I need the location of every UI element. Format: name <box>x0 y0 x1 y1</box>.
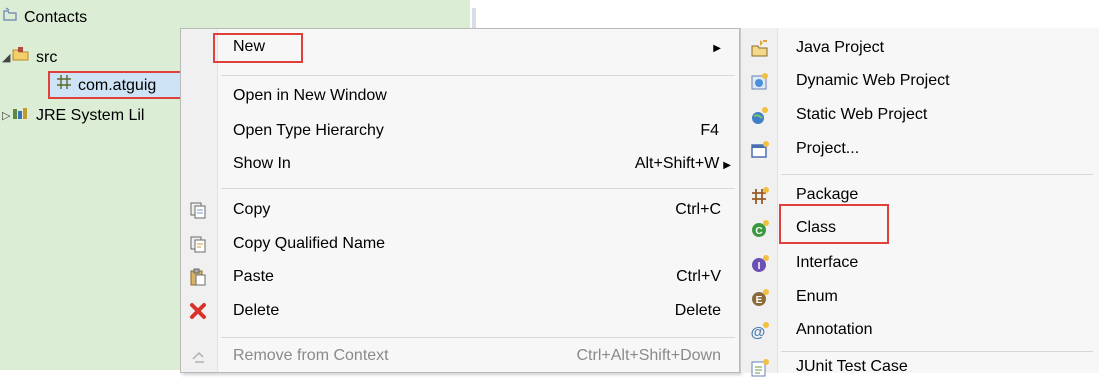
tree-item-label: Contacts <box>24 9 88 26</box>
library-icon <box>12 104 30 128</box>
menu-item-copy[interactable]: Copy Ctrl+C <box>181 194 739 227</box>
submenu-item-label: Project... <box>796 140 860 157</box>
context-menu: New ▶ Open in New Window Open Type Hiera… <box>180 28 740 373</box>
menu-item-open-type-hierarchy[interactable]: Open Type Hierarchy F4 <box>181 115 739 148</box>
copy-qualified-name-icon <box>189 235 207 253</box>
junit-icon <box>750 358 770 378</box>
expanded-twisty-icon[interactable]: ◢ <box>2 46 12 70</box>
menu-item-label: Paste <box>233 268 274 285</box>
tree-item-label: src <box>36 49 58 66</box>
menu-item-shortcut: Ctrl+C <box>675 201 721 218</box>
svg-text:I: I <box>758 261 761 272</box>
menu-item-paste[interactable]: Paste Ctrl+V <box>181 261 739 294</box>
paste-icon <box>189 268 207 286</box>
menu-separator <box>221 75 735 76</box>
submenu-item-label: Package <box>796 186 859 203</box>
class-highlight-box <box>779 204 889 244</box>
enum-icon: E <box>750 288 770 308</box>
static-web-project-icon <box>750 106 770 126</box>
menu-item-remove-from-context: Remove from Context Ctrl+Alt+Shift+Down <box>181 340 739 373</box>
submenu-arrow-icon: ▶ <box>723 160 731 171</box>
svg-text:@: @ <box>751 324 766 341</box>
submenu-item-interface[interactable]: I Interface <box>741 248 1099 281</box>
interface-icon: I <box>750 254 770 274</box>
source-folder-icon <box>12 46 30 70</box>
menu-separator <box>221 337 735 338</box>
menu-item-shortcut: Alt+Shift+W <box>634 155 720 172</box>
submenu-item-dynamic-web-project[interactable]: Dynamic Web Project <box>741 66 1099 99</box>
annotation-icon: @ <box>750 321 770 341</box>
menu-item-open-new-window[interactable]: Open in New Window <box>181 80 739 113</box>
remove-from-context-icon <box>189 347 207 365</box>
menu-item-shortcut: Ctrl+Alt+Shift+Down <box>576 347 721 364</box>
view-divider <box>472 8 476 28</box>
package-icon <box>56 74 72 98</box>
delete-icon <box>189 302 207 320</box>
submenu-item-label: Dynamic Web Project <box>796 72 950 89</box>
submenu-item-junit-test-case[interactable]: JUnit Test Case <box>741 352 1099 385</box>
menu-separator <box>781 174 1093 175</box>
submenu-item-label: Enum <box>796 288 838 305</box>
menu-item-copy-qualified-name[interactable]: Copy Qualified Name <box>181 228 739 261</box>
submenu-item-java-project[interactable]: Java Project <box>741 33 1099 66</box>
submenu-item-project[interactable]: Project... <box>741 134 1099 167</box>
submenu-arrow-icon: ▶ <box>713 43 721 54</box>
svg-text:C: C <box>755 226 762 237</box>
tree-item-label: JRE System Lil <box>36 107 145 124</box>
svg-text:E: E <box>756 295 763 306</box>
submenu-item-label: Interface <box>796 254 859 271</box>
menu-item-label: Remove from Context <box>233 347 389 364</box>
menu-item-label: Show In <box>233 155 291 172</box>
tree-item-jre[interactable]: ▷ JRE System Lil <box>2 104 144 128</box>
tree-item-package-selected[interactable]: com.atguig <box>48 71 196 99</box>
java-project-icon <box>750 39 770 59</box>
menu-item-shortcut: Delete <box>674 302 721 319</box>
package-icon <box>750 186 770 206</box>
java-project-icon <box>2 6 18 30</box>
new-submenu: Java Project Dynamic Web Project Static … <box>740 28 1099 377</box>
copy-icon <box>189 201 207 219</box>
class-icon: C <box>750 219 770 239</box>
dynamic-web-project-icon <box>750 72 770 92</box>
submenu-item-label: Java Project <box>796 39 885 56</box>
submenu-item-static-web-project[interactable]: Static Web Project <box>741 100 1099 133</box>
tree-item-src[interactable]: ◢ src <box>2 46 57 70</box>
submenu-item-label: Annotation <box>796 321 873 338</box>
submenu-item-label: Static Web Project <box>796 106 928 123</box>
project-icon <box>750 140 770 160</box>
menu-item-label: Open in New Window <box>233 87 387 104</box>
menu-item-delete[interactable]: Delete Delete <box>181 295 739 328</box>
menu-item-shortcut: F4 <box>700 122 719 139</box>
menu-item-label: Copy Qualified Name <box>233 235 386 252</box>
menu-separator <box>221 188 735 189</box>
tree-item-project[interactable]: Contacts <box>2 6 87 30</box>
menu-item-shortcut: Ctrl+V <box>676 268 721 285</box>
menu-item-show-in[interactable]: Show In Alt+Shift+W ▶ <box>181 148 739 181</box>
submenu-item-label: JUnit Test Case <box>796 358 908 375</box>
submenu-item-annotation[interactable]: @ Annotation <box>741 315 1099 348</box>
submenu-item-enum[interactable]: E Enum <box>741 282 1099 315</box>
menu-item-label: Open Type Hierarchy <box>233 122 384 139</box>
collapsed-twisty-icon[interactable]: ▷ <box>2 104 12 128</box>
menu-item-label: Copy <box>233 201 271 218</box>
menu-item-label: Delete <box>233 302 280 319</box>
new-highlight-box <box>213 33 303 63</box>
tree-item-label: com.atguig <box>78 77 157 94</box>
